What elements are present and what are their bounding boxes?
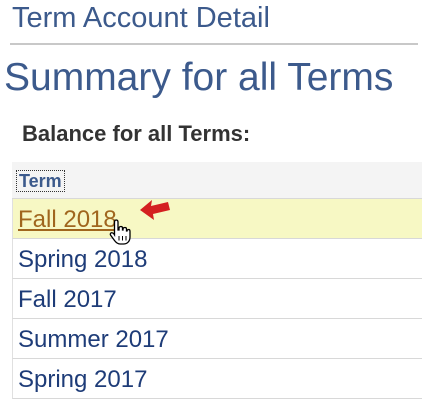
table-row: Spring 2018 xyxy=(12,239,422,279)
table-row: Fall 2017 xyxy=(12,279,422,319)
term-column-header-link[interactable]: Term xyxy=(16,170,65,192)
hand-pointer-icon xyxy=(109,219,131,245)
term-link-summer-2017[interactable]: Summer 2017 xyxy=(18,326,169,354)
table-row: Summer 2017 xyxy=(12,319,422,359)
page-header-title: Term Account Detail xyxy=(12,2,270,34)
header-divider xyxy=(10,43,418,45)
term-link-spring-2018[interactable]: Spring 2018 xyxy=(18,246,147,274)
term-link-spring-2017[interactable]: Spring 2017 xyxy=(18,366,147,394)
balance-label: Balance for all Terms: xyxy=(22,121,251,146)
term-link-fall-2017[interactable]: Fall 2017 xyxy=(18,286,117,314)
summary-title: Summary for all Terms xyxy=(4,56,394,99)
red-arrow-icon xyxy=(140,200,170,220)
page: Term Account Detail Summary for all Term… xyxy=(0,0,422,403)
table-row: Spring 2017 xyxy=(12,359,422,399)
table-row: Fall 2018 xyxy=(12,199,422,239)
term-table-header: Term xyxy=(12,162,422,199)
term-link-fall-2018[interactable]: Fall 2018 xyxy=(18,206,117,234)
term-table: Term Fall 2018 Spring 2018 Fall 2017 Sum… xyxy=(12,162,422,399)
